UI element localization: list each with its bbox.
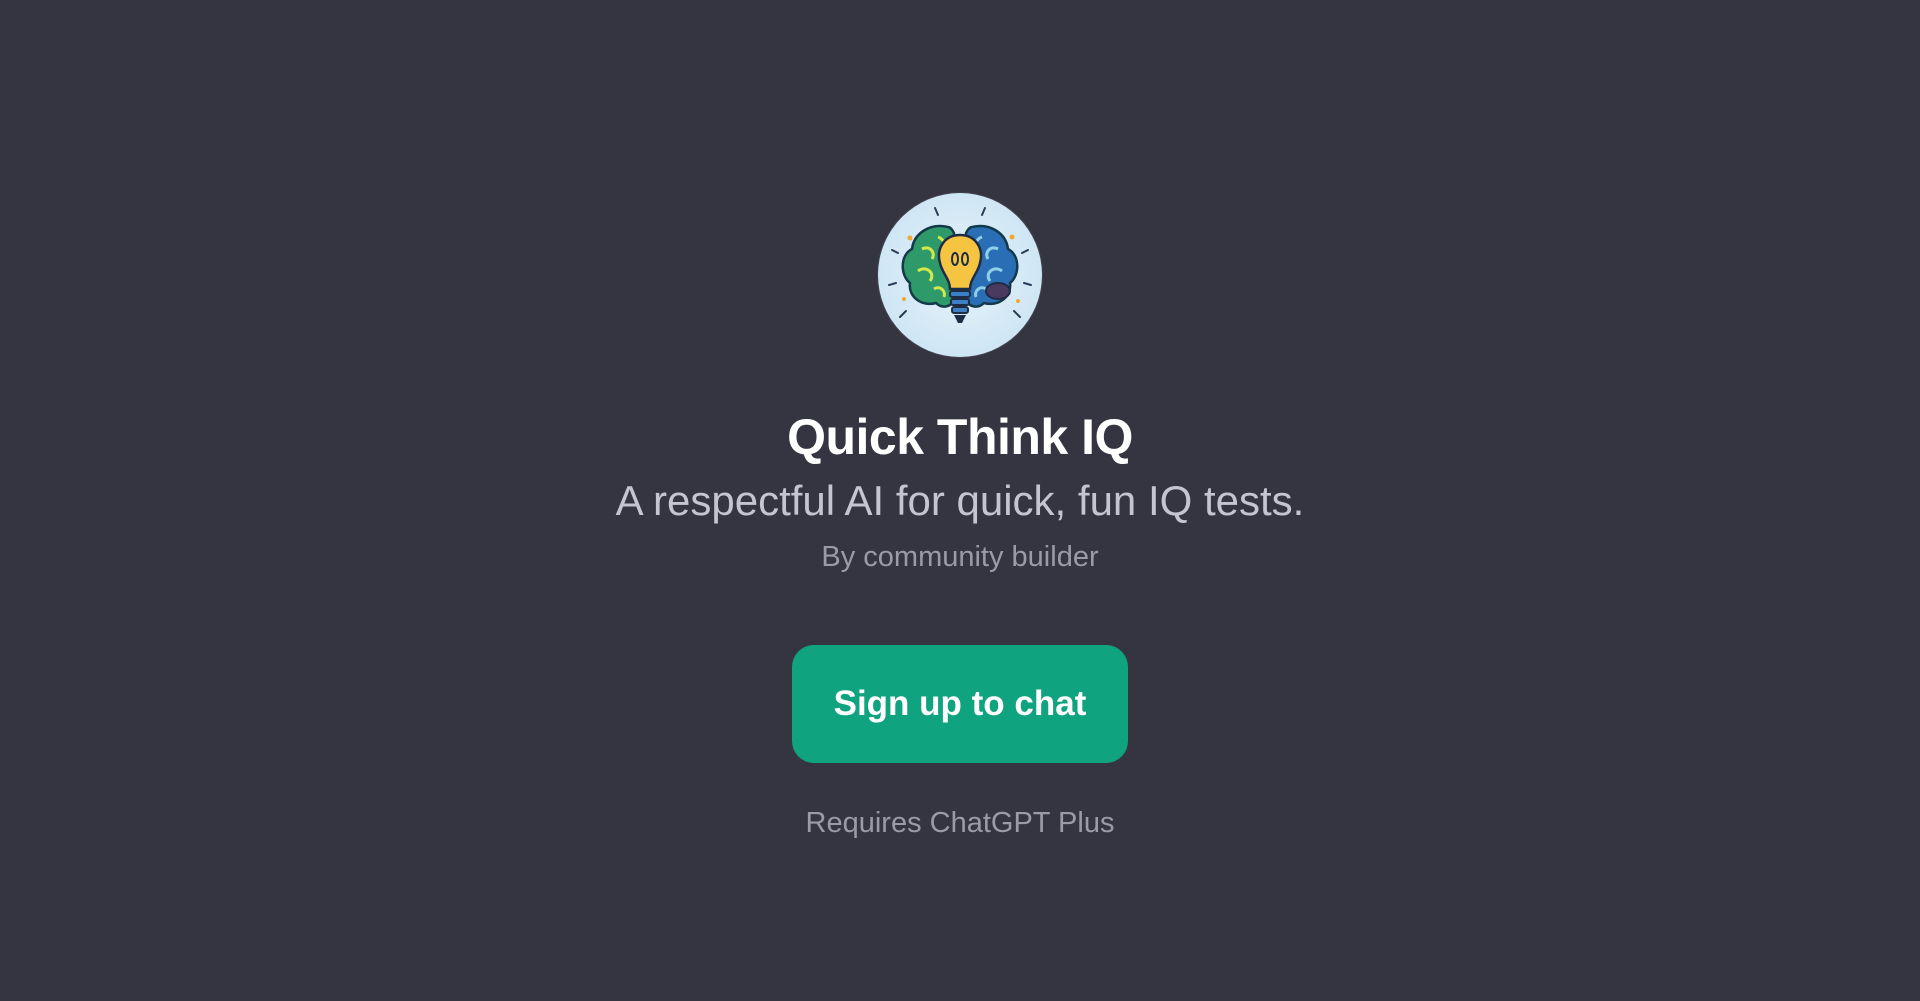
gpt-avatar bbox=[878, 193, 1042, 357]
plan-requirement-note: Requires ChatGPT Plus bbox=[805, 807, 1115, 839]
gpt-info-column: Quick Think IQ A respectful AI for quick… bbox=[0, 0, 1920, 841]
gpt-description: A respectful AI for quick, fun IQ tests. bbox=[615, 477, 1305, 524]
gpt-title: Quick Think IQ bbox=[787, 409, 1133, 465]
brain-lightbulb-icon bbox=[888, 207, 1032, 323]
gpt-landing-page: Quick Think IQ A respectful AI for quick… bbox=[0, 0, 1920, 1001]
gpt-author: By community builder bbox=[821, 541, 1099, 573]
sign-up-to-chat-button[interactable]: Sign up to chat bbox=[792, 645, 1128, 763]
